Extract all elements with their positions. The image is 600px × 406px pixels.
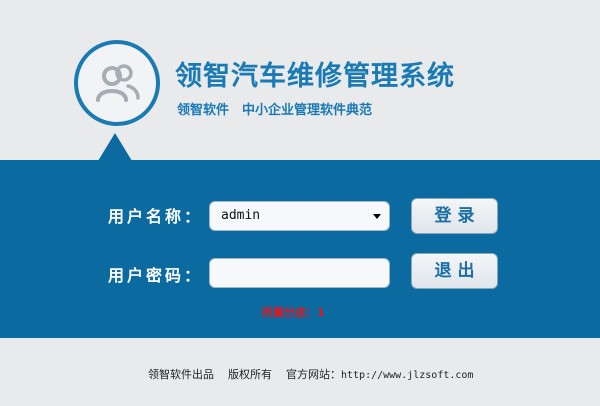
password-label: 用户密码：: [108, 266, 204, 285]
footer: 领智软件出品 版权所有 官方网站：http://www.jlzsoft.com: [148, 366, 487, 382]
users-icon: [96, 64, 140, 102]
username-label: 用户名称：: [108, 207, 204, 226]
logo: [74, 40, 160, 126]
logo-pointer: [98, 133, 132, 161]
header-area: 领智汽车维修管理系统 领智软件 中小企业管理软件典范: [0, 0, 600, 160]
footer-publisher: 领智软件出品: [148, 368, 214, 381]
app-title: 领智汽车维修管理系统: [175, 61, 455, 92]
app-slogan: 领智软件 中小企业管理软件典范: [177, 103, 373, 118]
login-button[interactable]: 登录: [411, 198, 498, 234]
username-dropdown[interactable]: admin: [209, 201, 390, 231]
password-field[interactable]: [209, 258, 390, 288]
footer-rights: 版权所有: [228, 368, 272, 381]
exit-button[interactable]: 退出: [411, 253, 498, 289]
footer-website-link[interactable]: http://www.jlzsoft.com: [341, 370, 473, 381]
footer-website-label: 官方网站：: [286, 368, 341, 381]
branch-status: 所属分店：1: [262, 306, 325, 319]
username-value: admin: [221, 208, 261, 223]
chevron-down-icon[interactable]: [373, 214, 381, 219]
